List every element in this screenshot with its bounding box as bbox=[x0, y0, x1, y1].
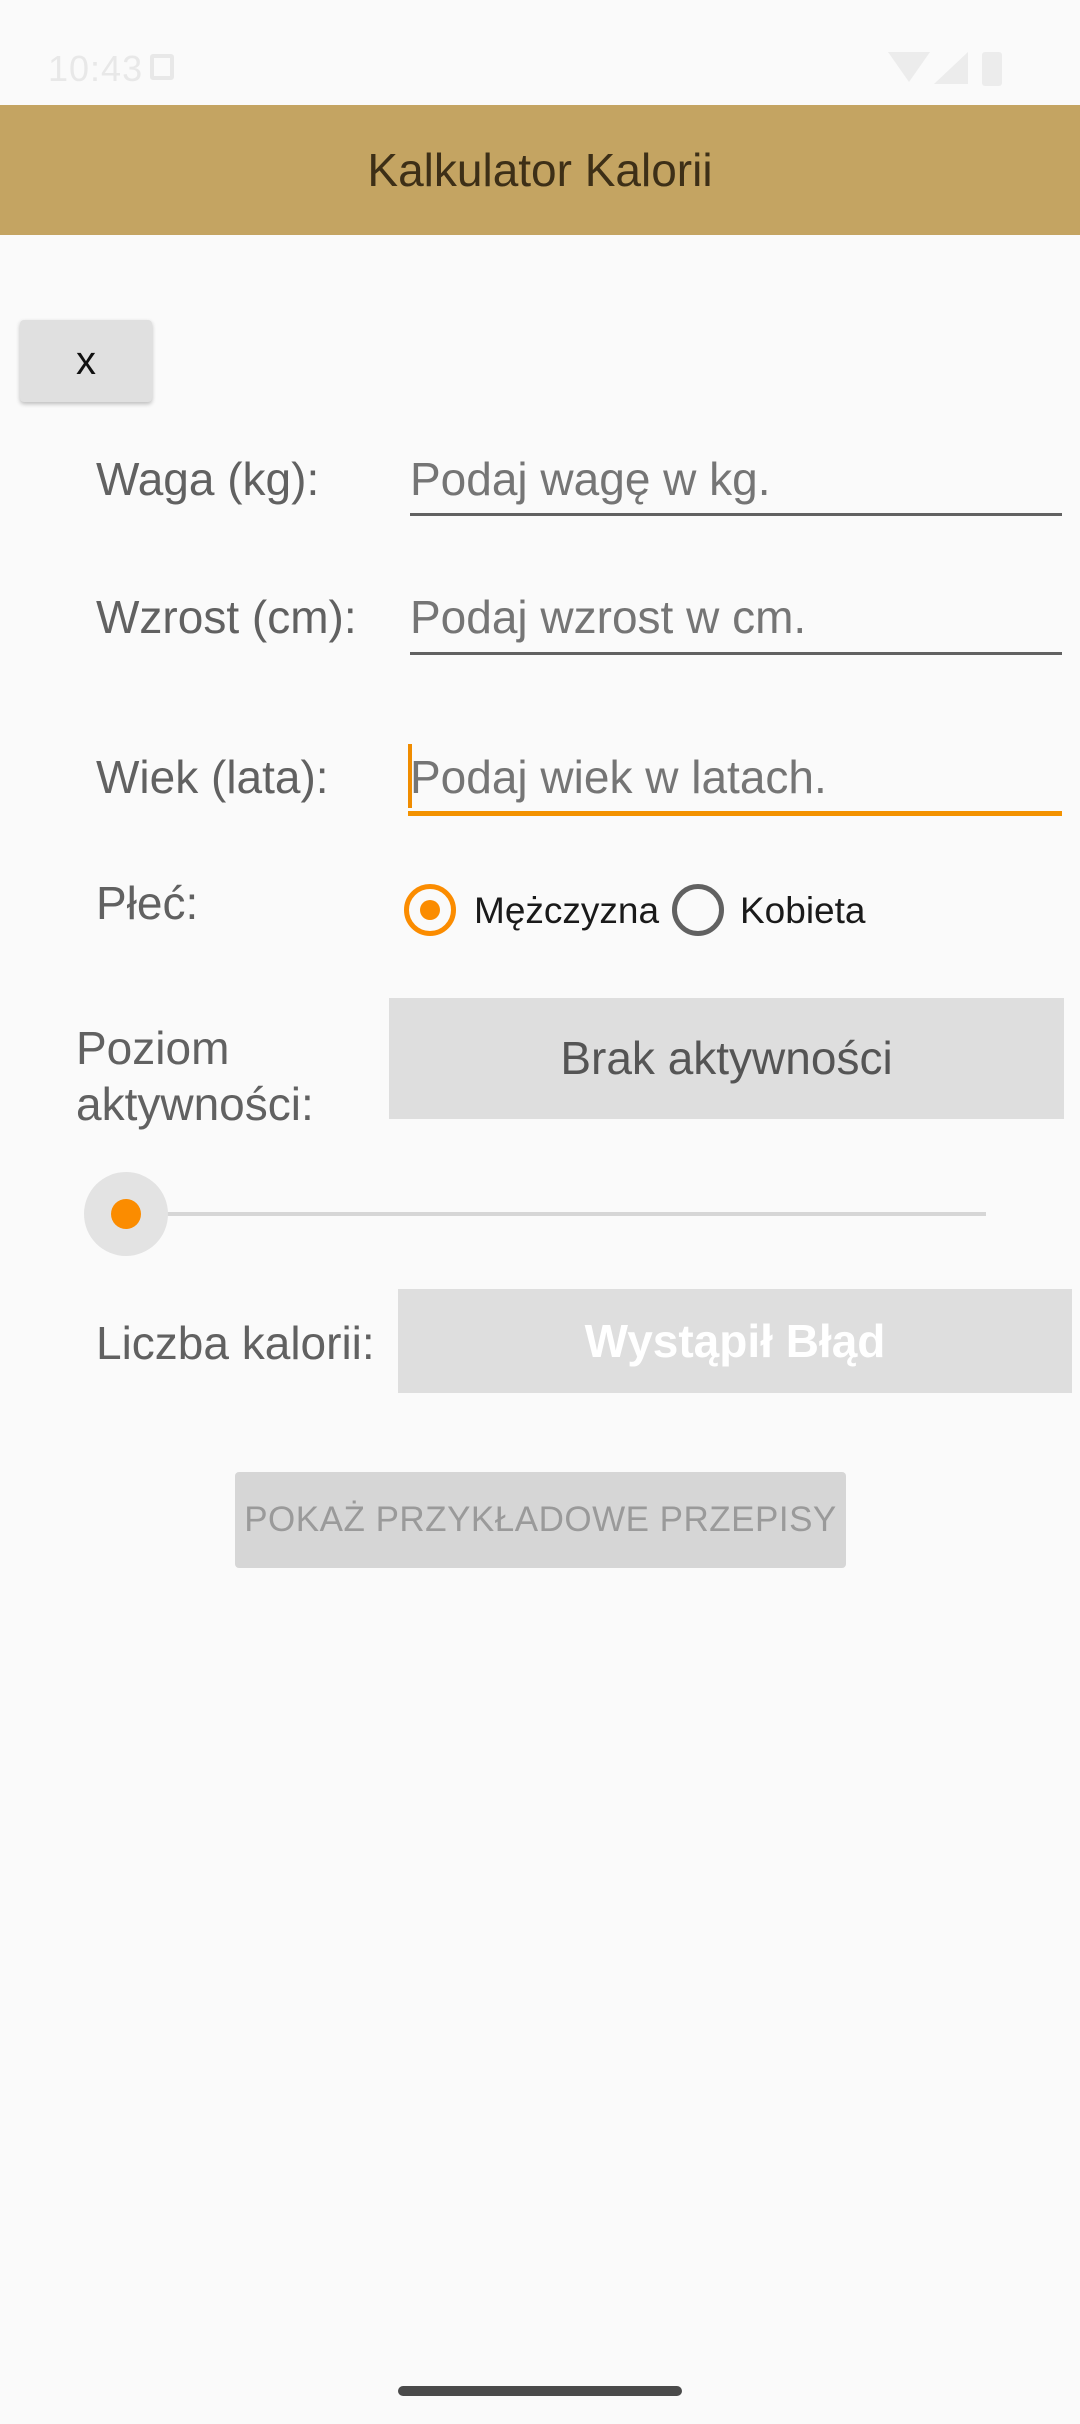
weight-label: Waga (kg): bbox=[96, 453, 320, 505]
height-input[interactable]: Podaj wzrost w cm. bbox=[410, 590, 806, 644]
age-input[interactable]: Podaj wiek w latach. bbox=[410, 750, 827, 804]
activity-label: Poziom aktywności: bbox=[76, 1022, 314, 1130]
wifi-icon bbox=[888, 52, 930, 82]
age-label: Wiek (lata): bbox=[96, 751, 329, 803]
sim-icon bbox=[150, 54, 174, 80]
radio-female[interactable] bbox=[672, 884, 724, 936]
app-title: Kalkulator Kalorii bbox=[367, 144, 713, 196]
calories-label: Liczba kalorii: bbox=[96, 1317, 375, 1369]
status-time: 10:43 bbox=[48, 48, 144, 89]
radio-selected-dot bbox=[420, 900, 440, 920]
show-recipes-button[interactable]: POKAŻ PRZYKŁADOWE PRZEPISY bbox=[235, 1472, 846, 1568]
weight-input[interactable]: Podaj wagę w kg. bbox=[410, 452, 771, 506]
gender-label: Płeć: bbox=[96, 877, 199, 929]
battery-icon bbox=[982, 52, 1002, 86]
activity-slider-thumb[interactable] bbox=[111, 1199, 141, 1229]
radio-female-label[interactable]: Kobieta bbox=[740, 890, 866, 932]
home-indicator[interactable] bbox=[398, 2386, 682, 2396]
text-cursor bbox=[408, 744, 412, 808]
height-input-underline bbox=[410, 652, 1062, 655]
signal-icon bbox=[934, 52, 968, 84]
age-input-underline bbox=[408, 811, 1062, 816]
activity-slider-track[interactable] bbox=[124, 1212, 986, 1216]
weight-input-underline bbox=[410, 513, 1062, 516]
calories-result: Wystąpił Błąd bbox=[398, 1289, 1072, 1393]
height-label: Wzrost (cm): bbox=[96, 591, 357, 643]
radio-male-label[interactable]: Mężczyzna bbox=[474, 890, 659, 932]
close-button[interactable]: x bbox=[20, 320, 152, 402]
activity-dropdown[interactable]: Brak aktywności bbox=[389, 998, 1064, 1119]
